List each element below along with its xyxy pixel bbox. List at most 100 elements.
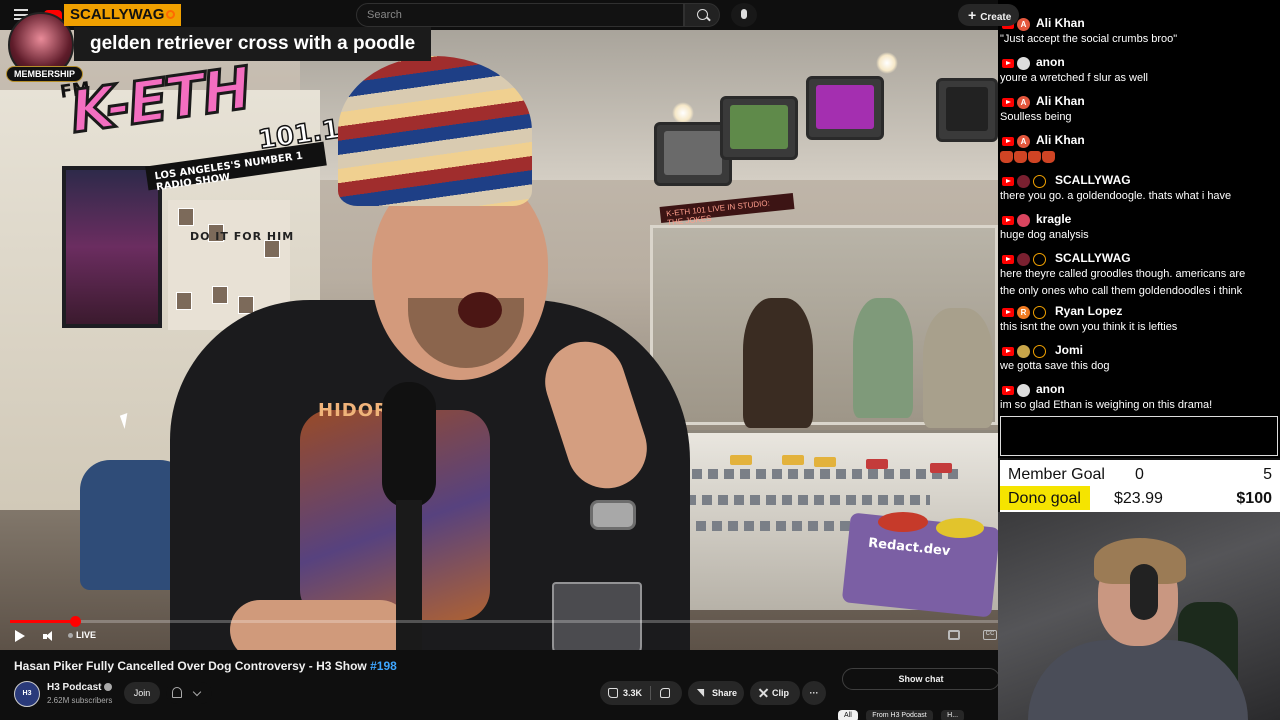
channel-name[interactable]: H3 Podcast [47, 682, 113, 693]
member-badge-icon [1033, 345, 1046, 358]
chat-username[interactable]: Ali Khan [1036, 16, 1085, 30]
board-text: DO IT FOR HIM [190, 230, 295, 243]
join-button[interactable]: Join [124, 682, 160, 704]
show-chat-button[interactable]: Show chat [842, 668, 1000, 690]
live-indicator[interactable]: LIVE [68, 630, 96, 640]
mod-badge-icon [166, 10, 176, 19]
thumbs-up-icon[interactable] [608, 688, 618, 698]
chat-avatar: A [1017, 96, 1030, 109]
channel-avatar[interactable]: H3 [14, 681, 40, 707]
play-icon[interactable] [15, 630, 25, 642]
live-label: LIVE [76, 630, 97, 640]
youtube-platform-icon [1002, 177, 1014, 186]
highlighted-chat-message [1000, 416, 1278, 456]
thumbs-down-icon[interactable] [660, 688, 670, 698]
subscriber-count: 2.62M subscribers [47, 696, 113, 705]
webcam-feed [998, 512, 1280, 720]
chat-username[interactable]: anon [1036, 55, 1065, 69]
fire-emoji-icon [1028, 151, 1041, 163]
chat-message[interactable]: Jomi we gotta save this dog [998, 343, 1280, 372]
ceiling-light [672, 102, 694, 124]
crt-monitor [806, 76, 884, 140]
miniplayer-icon[interactable] [948, 630, 960, 640]
studio-sign: K-ETH 101 LIVE IN STUDIO: THE JOKES [659, 193, 795, 227]
search-input[interactable]: Search [356, 3, 684, 27]
video-player[interactable]: DO IT FOR HIM FM K-ETH 101.1 LOS ANGELES… [0, 30, 998, 650]
search-button[interactable] [684, 3, 720, 27]
chat-message[interactable]: anon youre a wretched f slur as well [998, 55, 1280, 84]
chat-message[interactable]: A Ali Khan "Just accept the social crumbs … [998, 16, 1280, 45]
episode-hashtag[interactable]: #198 [370, 659, 397, 673]
microphone [382, 382, 436, 508]
chat-username[interactable]: SCALLYWAG [1055, 173, 1131, 187]
console-faders [660, 469, 960, 479]
chat-username[interactable]: Ryan Lopez [1055, 304, 1122, 318]
clip-label: Clip [772, 688, 789, 698]
volume-icon[interactable] [43, 631, 55, 641]
chat-avatar [1017, 384, 1030, 397]
verified-icon [104, 683, 113, 692]
chat-message[interactable]: SCALLYWAG there you go. a goldendoogle. t… [998, 173, 1280, 202]
share-icon [696, 688, 705, 698]
chat-text: im so glad Ethan is weighing on this dra… [1000, 399, 1213, 411]
recommendation-chips: All From H3 Podcast H... [838, 710, 998, 720]
notifications-button[interactable] [166, 682, 212, 704]
chat-avatar [1017, 345, 1030, 358]
chat-message[interactable]: R Ryan Lopez this isnt the own you think i… [998, 304, 1280, 333]
chat-username[interactable]: SCALLYWAG [1055, 251, 1131, 265]
player-controls: LIVE CC [0, 623, 998, 650]
chat-message[interactable]: anon im so glad Ethan is weighing on this… [998, 382, 1280, 411]
crt-monitor [720, 96, 798, 160]
member-goal-label: Member Goal [1008, 466, 1105, 483]
clip-button[interactable]: Clip [750, 681, 800, 705]
member-goal-current: 0 [1135, 466, 1144, 483]
chat-message-header: R Ryan Lopez [998, 304, 1280, 320]
console-button [866, 459, 888, 469]
console-faders [670, 495, 930, 505]
photo [238, 296, 254, 314]
chat-panel[interactable]: A Ali Khan "Just accept the social crumbs … [998, 0, 1280, 458]
yellow-button [936, 518, 984, 538]
chat-message[interactable]: A Ali Khan [998, 133, 1280, 163]
chat-message-header: anon [998, 55, 1280, 71]
host-mouth [458, 292, 502, 328]
chip-other[interactable]: H... [941, 710, 965, 720]
wristwatch [590, 500, 636, 530]
chat-avatar: A [1017, 18, 1030, 31]
photo [212, 286, 228, 304]
share-button[interactable]: Share [688, 681, 744, 705]
studio-window [650, 225, 998, 428]
chat-avatar: A [1017, 135, 1030, 148]
goals-widget: Member Goal 0 5 Dono goal $23.99 $100 [1000, 460, 1280, 512]
divider [650, 686, 651, 700]
chip-from-channel[interactable]: From H3 Podcast [866, 710, 933, 720]
chat-message[interactable]: kragle huge dog analysis [998, 212, 1280, 241]
like-count[interactable]: 3.3K [623, 681, 642, 705]
youtube-platform-icon [1002, 216, 1014, 225]
striped-beanie [338, 56, 532, 206]
chat-avatar [1017, 214, 1030, 227]
chat-avatar [1017, 253, 1030, 266]
chat-text: there you go. a goldendoogle. thats what… [1000, 190, 1232, 202]
chat-message[interactable]: SCALLYWAG here theyre called groodles tho… [998, 251, 1280, 297]
plus-icon: + [968, 7, 977, 23]
youtube-platform-icon [1002, 386, 1014, 395]
chip-all[interactable]: All [838, 710, 858, 720]
member-goal-row: Member Goal 0 5 [1000, 462, 1280, 486]
member-goal-target: 5 [1263, 466, 1272, 483]
chat-username[interactable]: Jomi [1055, 343, 1083, 357]
chat-username[interactable]: anon [1036, 382, 1065, 396]
more-actions-button[interactable]: ··· [802, 681, 826, 705]
voice-search-mic-icon[interactable] [731, 3, 757, 27]
chat-username[interactable]: kragle [1036, 212, 1071, 226]
headphones-icon [1130, 564, 1158, 620]
chat-message-header: Jomi [998, 343, 1280, 359]
chat-message[interactable]: A Ali Khan Soulless being [998, 94, 1280, 123]
chat-username[interactable]: Ali Khan [1036, 133, 1085, 147]
chat-username[interactable]: Ali Khan [1036, 94, 1085, 108]
ceiling-light [876, 52, 898, 74]
chat-text: youre a wretched f slur as well [1000, 72, 1148, 84]
create-button[interactable]: + Create [958, 4, 1020, 26]
captions-icon[interactable]: CC [983, 630, 997, 640]
console-button [730, 455, 752, 465]
